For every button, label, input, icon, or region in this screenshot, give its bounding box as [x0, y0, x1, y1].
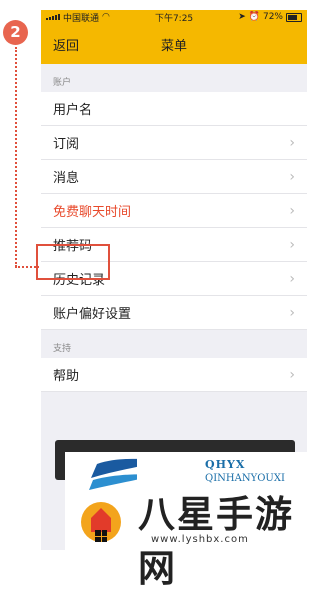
chevron-right-icon: ›: [289, 236, 295, 253]
menu-item-label: 账户偏好设置: [53, 307, 132, 322]
signal-icon: [46, 14, 60, 20]
highlight-box-referral-code: [36, 244, 110, 280]
support-list: 帮助 ›: [41, 358, 307, 392]
wifi-icon: ◠: [102, 12, 110, 22]
account-list: 用户名 订阅 › 消息 › 免费聊天时间 › 推荐码 › 历史记录 › 账户偏好…: [41, 92, 307, 330]
chevron-right-icon: ›: [289, 168, 295, 185]
menu-item-label: 订阅: [53, 137, 80, 152]
menu-item-label: 免费聊天时间: [53, 205, 132, 220]
section-header-support: 支持: [53, 344, 72, 354]
chevron-right-icon: ›: [289, 304, 295, 321]
alarm-icon: ⏰: [248, 12, 260, 22]
back-button[interactable]: 返回: [53, 35, 79, 54]
page-title: 菜单: [160, 38, 187, 54]
menu-item-username[interactable]: 用户名: [41, 92, 307, 126]
status-bar: 中国联通 ◠ 下午7:25 ➤ ⏰ 72%: [41, 10, 307, 24]
nav-bar: 返回 菜单: [41, 24, 307, 64]
menu-item-label: 帮助: [53, 369, 80, 384]
watermark-brand: QHYX: [205, 458, 246, 471]
step-number-badge: 2: [3, 20, 28, 45]
chevron-right-icon: ›: [289, 270, 295, 287]
battery-icon: [286, 12, 302, 22]
watermark-url: www.lyshbx.com: [151, 534, 249, 545]
menu-item-messages[interactable]: 消息 ›: [41, 160, 307, 194]
carrier-label: 中国联通: [63, 13, 100, 24]
callout-dotted-line: [15, 47, 17, 267]
menu-item-label: 消息: [53, 171, 80, 186]
chevron-right-icon: ›: [289, 202, 295, 219]
grid-icon: [95, 530, 107, 542]
chevron-right-icon: ›: [289, 134, 295, 151]
chevron-right-icon: ›: [289, 366, 295, 383]
menu-item-help[interactable]: 帮助 ›: [41, 358, 307, 392]
menu-item-free-chat-time[interactable]: 免费聊天时间 ›: [41, 194, 307, 228]
menu-item-label: 用户名: [53, 103, 93, 118]
watermark-brand-sub: QINHANYOUXI: [205, 473, 285, 484]
menu-item-account-preferences[interactable]: 账户偏好设置 ›: [41, 296, 307, 330]
menu-item-subscription[interactable]: 订阅 ›: [41, 126, 307, 160]
section-header-account: 账户: [53, 78, 72, 88]
battery-percent: 72%: [262, 12, 283, 22]
status-time: 下午7:25: [154, 13, 194, 24]
location-icon: ➤: [238, 12, 246, 22]
